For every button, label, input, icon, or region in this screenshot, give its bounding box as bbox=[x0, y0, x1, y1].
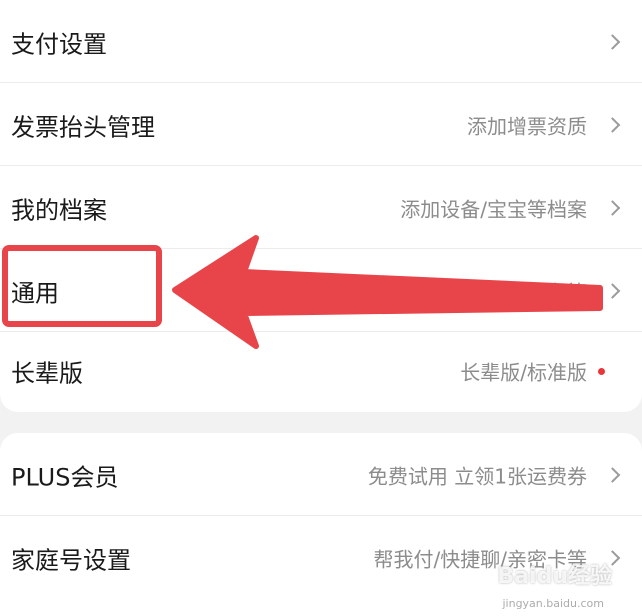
chevron-right-icon bbox=[604, 549, 621, 566]
settings-row-elder-mode[interactable]: 长辈版 长辈版/标准版 bbox=[0, 329, 642, 412]
chevron-right-icon bbox=[604, 282, 621, 299]
settings-row-invoice-title[interactable]: 发票抬头管理 添加增票资质 bbox=[0, 83, 642, 166]
red-dot-badge bbox=[598, 367, 605, 375]
settings-row-value: 添加增票资质 bbox=[467, 114, 587, 138]
settings-card-secondary: PLUS会员 免费试用 立领1张运费券 家庭号设置 帮我付/快捷聊/亲密卡等 bbox=[0, 433, 642, 616]
settings-row-value: 帮我付/快捷聊/亲密卡等 bbox=[373, 547, 587, 571]
chevron-right-icon bbox=[604, 199, 621, 216]
settings-row-value: 清除本地缓存等 bbox=[447, 280, 587, 304]
settings-page: 支付设置 发票抬头管理 添加增票资质 我的档案 添加设备/宝宝等档案 通用 清除… bbox=[0, 0, 642, 616]
settings-row-plus-member[interactable]: PLUS会员 免费试用 立领1张运费券 bbox=[0, 433, 642, 516]
settings-row-value: 长辈版/标准版 bbox=[460, 360, 587, 384]
settings-row-label: 支付设置 bbox=[11, 30, 107, 58]
chevron-right-icon bbox=[604, 33, 621, 50]
settings-row-label: 我的档案 bbox=[11, 196, 107, 224]
settings-row-label: PLUS会员 bbox=[11, 463, 119, 491]
settings-row-value: 添加设备/宝宝等档案 bbox=[400, 197, 587, 221]
chevron-right-icon bbox=[604, 116, 621, 133]
settings-card-primary: 支付设置 发票抬头管理 添加增票资质 我的档案 添加设备/宝宝等档案 通用 清除… bbox=[0, 0, 642, 412]
settings-row-family-account[interactable]: 家庭号设置 帮我付/快捷聊/亲密卡等 bbox=[0, 516, 642, 599]
settings-row-value: 免费试用 立领1张运费券 bbox=[367, 464, 587, 488]
settings-row-label: 通用 bbox=[11, 279, 59, 307]
settings-row-label: 家庭号设置 bbox=[11, 546, 131, 574]
chevron-right-icon bbox=[604, 466, 621, 483]
settings-row-label: 发票抬头管理 bbox=[11, 113, 155, 141]
settings-row-payment[interactable]: 支付设置 bbox=[0, 0, 642, 83]
settings-row-label: 长辈版 bbox=[11, 359, 83, 387]
settings-row-general[interactable]: 通用 清除本地缓存等 bbox=[0, 249, 642, 332]
settings-row-my-profile[interactable]: 我的档案 添加设备/宝宝等档案 bbox=[0, 166, 642, 249]
